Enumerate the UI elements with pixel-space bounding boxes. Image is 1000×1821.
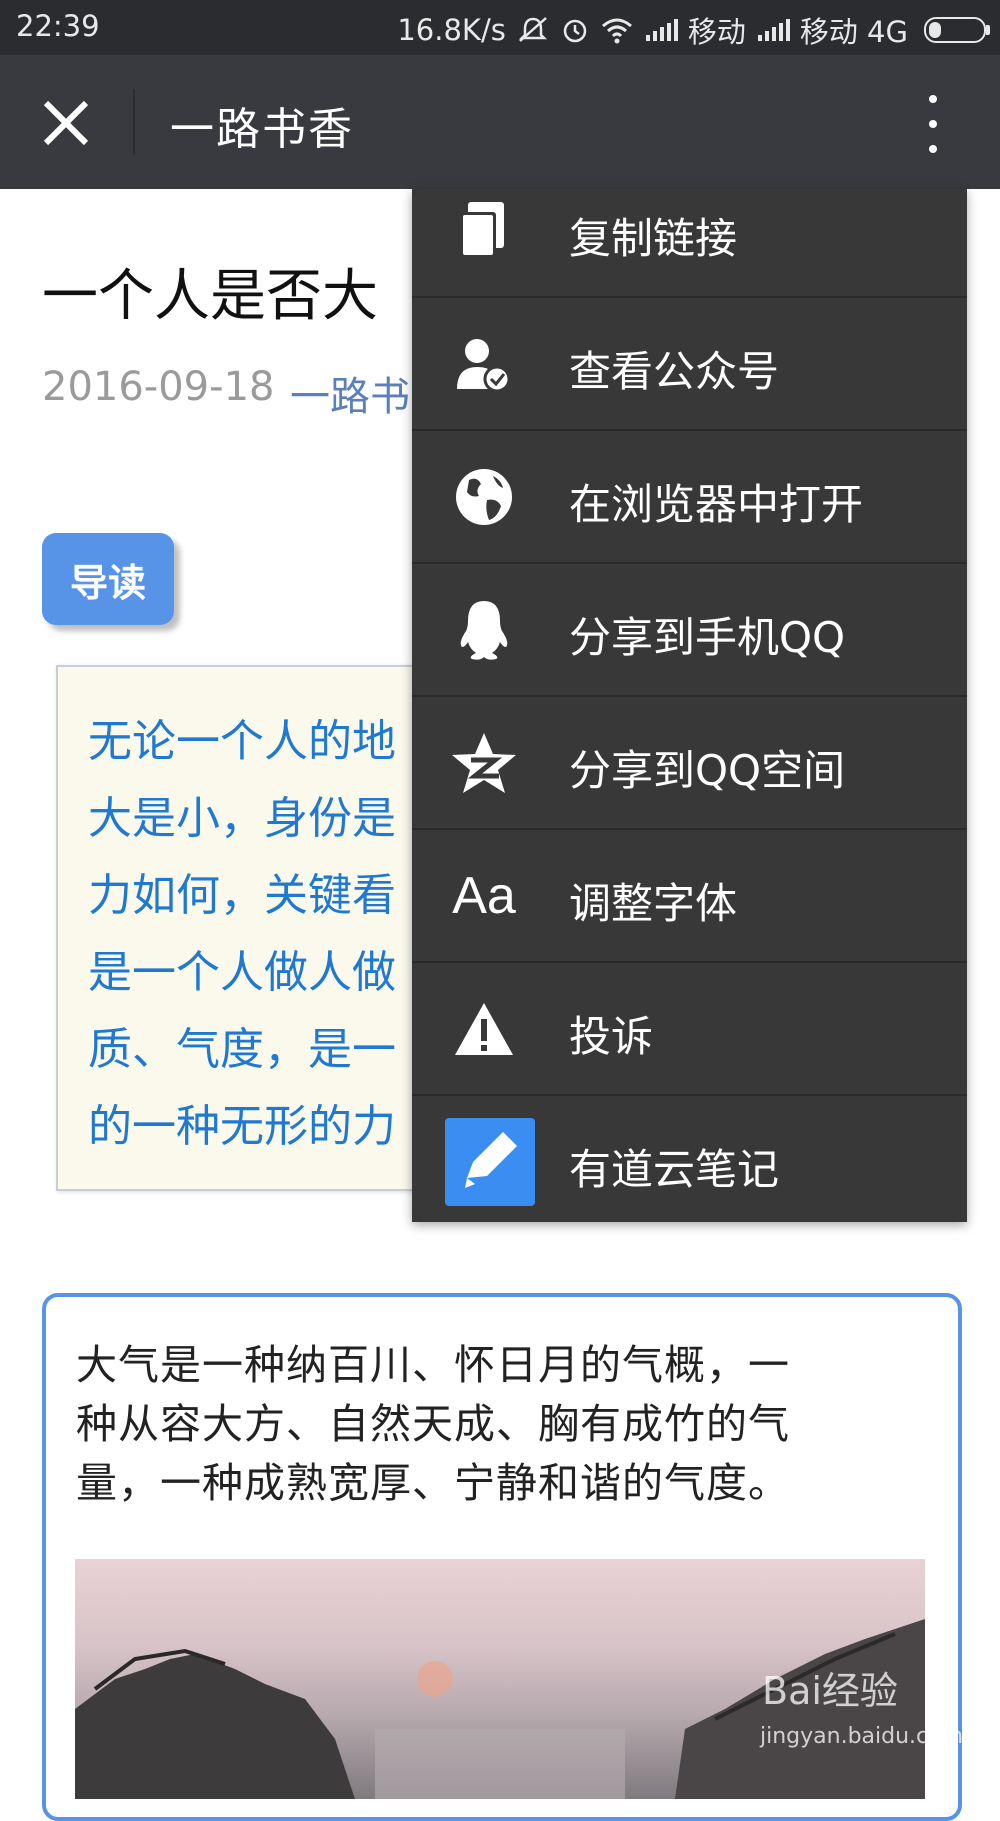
- menu-item-report[interactable]: 投诉: [412, 963, 967, 1096]
- menu-item-share-qzone[interactable]: 分享到QQ空间: [412, 697, 967, 830]
- baidu-paw-logo: Bai经验: [762, 1669, 898, 1713]
- guide-line: 的一种无形的力: [88, 1101, 396, 1152]
- guide-line: 是一个人做人做: [88, 947, 396, 998]
- copy-icon: [448, 195, 520, 267]
- overflow-menu: 复制链接 查看公众号 在浏览器中打开 分享到手机QQ 分享到QQ空间 Aa 调整…: [412, 189, 967, 1222]
- menu-item-label: 调整字体: [569, 879, 738, 928]
- menu-item-label: 分享到QQ空间: [569, 746, 846, 795]
- menu-item-label: 有道云笔记: [569, 1145, 780, 1194]
- official-account-icon: [448, 328, 520, 400]
- close-button[interactable]: [30, 87, 102, 159]
- title-divider: [133, 89, 135, 155]
- menu-item-official-account[interactable]: 查看公众号: [412, 298, 967, 431]
- warning-icon: [448, 993, 520, 1065]
- quote-line: 大气是一种纳百川、怀日月的气概，一: [76, 1341, 790, 1389]
- carrier-2: 移动 4G: [799, 15, 908, 49]
- qzone-star-icon: [448, 727, 520, 799]
- close-icon: [43, 100, 89, 146]
- more-dot-icon: [929, 145, 937, 153]
- more-dot-icon: [929, 120, 937, 128]
- article-date: 2016-09-18: [42, 364, 275, 410]
- menu-item-label: 查看公众号: [569, 347, 780, 396]
- status-bar: 22:39 16.8K/s 移动 移动 4G: [0, 0, 1000, 55]
- menu-item-label: 投诉: [569, 1012, 654, 1061]
- guide-line: 无论一个人的地: [88, 716, 396, 767]
- battery-icon: [924, 17, 990, 43]
- guide-line: 力如何，关键看: [88, 870, 396, 921]
- status-time: 22:39: [16, 9, 100, 43]
- watermark-site: jingyan.baidu.com: [760, 1724, 964, 1749]
- guide-line: 大是小，身份是: [88, 793, 396, 844]
- article-author-link[interactable]: 一路书: [290, 364, 410, 422]
- menu-item-youdao-note[interactable]: 有道云笔记: [412, 1096, 967, 1229]
- carrier-1: 移动: [687, 15, 746, 49]
- watermark: Bai经验 jingyan.baidu.com: [760, 1660, 985, 1760]
- globe-icon: [448, 461, 520, 533]
- more-button[interactable]: [910, 89, 956, 159]
- quote-line: 种从容大方、自然天成、胸有成竹的气: [76, 1400, 790, 1448]
- font-icon: Aa: [448, 860, 520, 932]
- menu-item-open-in-browser[interactable]: 在浏览器中打开: [412, 431, 967, 564]
- guide-line: 质、气度，是一: [88, 1024, 396, 1075]
- quote-line: 量，一种成熟宽厚、宁静和谐的气度。: [76, 1459, 790, 1507]
- menu-item-label: 在浏览器中打开: [569, 480, 864, 529]
- signal-icon-2: [757, 19, 790, 41]
- page-title: 一路书香: [170, 104, 354, 155]
- guide-badge: 导读: [42, 533, 174, 625]
- alarm-icon: [563, 19, 587, 43]
- menu-item-share-qq[interactable]: 分享到手机QQ: [412, 564, 967, 697]
- menu-item-label: 分享到手机QQ: [569, 613, 846, 662]
- article-title: 一个人是否大: [42, 264, 378, 329]
- menu-item-adjust-font[interactable]: Aa 调整字体: [412, 830, 967, 963]
- watermark-brand: Bai经验: [762, 1669, 898, 1713]
- wifi-icon: [601, 18, 632, 44]
- more-dot-icon: [929, 95, 937, 103]
- signal-icon-1: [645, 19, 678, 41]
- menu-item-label: 复制链接: [569, 214, 738, 263]
- font-icon-glyph: Aa: [452, 867, 516, 925]
- menu-item-copy-link[interactable]: 复制链接: [412, 165, 967, 298]
- status-right-group: 16.8K/s 移动 移动 4G: [397, 9, 990, 51]
- network-speed: 16.8K/s: [397, 13, 506, 47]
- mute-icon: [518, 17, 547, 42]
- youdao-note-icon: [445, 1118, 535, 1206]
- qq-penguin-icon: [448, 594, 520, 666]
